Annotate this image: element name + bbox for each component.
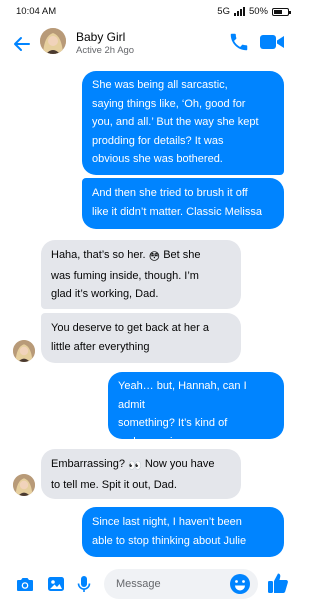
message-line: And then she tried to brush it off bbox=[92, 187, 248, 199]
message-bubble-incoming[interactable]: Haha, that’s so her. 😳 Bet she was fumin… bbox=[41, 240, 241, 309]
message-bubble-outgoing[interactable]: She was being all sarcastic, saying thin… bbox=[82, 71, 284, 175]
gallery-icon[interactable] bbox=[46, 574, 66, 594]
message-line: Since last night, I haven’t been bbox=[92, 516, 242, 528]
video-camera-icon[interactable] bbox=[259, 32, 285, 52]
thumbs-up-icon[interactable] bbox=[267, 571, 289, 595]
camera-icon[interactable] bbox=[15, 574, 35, 594]
message-line: You deserve to get back at her a bbox=[51, 322, 209, 334]
status-time: 10:04 AM bbox=[16, 6, 57, 17]
message-line: was fuming inside, though. I’m bbox=[51, 269, 199, 282]
message-line: little after everything bbox=[51, 340, 150, 353]
contact-status: Active 2h Ago bbox=[76, 45, 135, 56]
message-line: prodding for details? It was bbox=[92, 134, 224, 147]
message-bubble-outgoing[interactable]: And then she tried to brush it off like … bbox=[82, 178, 284, 229]
status-bar: 10:04 AM 5G 50% bbox=[0, 0, 299, 24]
message-bubble-outgoing[interactable]: Yeah… but, Hannah, can I admit something… bbox=[108, 372, 284, 448]
message-line: Haha, that’s so her. 😳 Bet she bbox=[51, 246, 231, 267]
battery-label: 50% bbox=[248, 6, 268, 17]
smiley-icon[interactable] bbox=[229, 573, 251, 595]
message-line: something? It’s kind of bbox=[118, 417, 228, 429]
message-line: obvious she was bothered. bbox=[92, 153, 223, 165]
network-label: 5G bbox=[217, 6, 230, 17]
contact-name[interactable]: Baby Girl bbox=[76, 30, 125, 44]
message-line: you, and all.’ But the way she kept bbox=[92, 116, 259, 128]
flushed-face-emoji: 😳 bbox=[148, 251, 161, 263]
eyes-emoji: 👀 bbox=[128, 460, 142, 472]
phone-icon[interactable] bbox=[228, 31, 250, 53]
status-indicators: 5G 50% bbox=[217, 6, 291, 17]
signal-icon bbox=[233, 7, 245, 16]
message-line: Embarrassing? 👀 Now you have bbox=[51, 455, 231, 476]
message-text: Embarrassing? bbox=[51, 458, 125, 470]
message-bubble-outgoing[interactable]: Since last night, I haven’t been able to… bbox=[82, 507, 284, 557]
contact-avatar-small[interactable] bbox=[13, 340, 35, 362]
message-text: Haha, that’s so her. bbox=[51, 249, 146, 261]
chat-header: Baby Girl Active 2h Ago bbox=[0, 24, 299, 64]
microphone-icon[interactable] bbox=[74, 574, 94, 594]
message-bubble-incoming[interactable]: You deserve to get back at her a little … bbox=[41, 313, 241, 363]
message-line: to tell me. Spit it out, Dad. bbox=[51, 478, 177, 491]
message-line: saying things like, ‘Oh, good for bbox=[92, 97, 246, 110]
message-line: She was being all sarcastic, bbox=[92, 79, 228, 91]
message-text: Now you have bbox=[144, 458, 215, 470]
message-text: Bet she bbox=[163, 249, 201, 261]
contact-avatar-small[interactable] bbox=[13, 474, 35, 496]
contact-avatar[interactable] bbox=[40, 28, 66, 54]
message-line: Yeah… but, Hannah, can I admit bbox=[118, 380, 247, 411]
message-line: able to stop thinking about Julie bbox=[92, 534, 247, 547]
back-arrow-icon[interactable] bbox=[10, 32, 34, 56]
message-line: glad it’s working, Dad. bbox=[51, 288, 159, 300]
message-composer bbox=[0, 565, 299, 605]
message-bubble-incoming[interactable]: Embarrassing? 👀 Now you have to tell me.… bbox=[41, 449, 241, 499]
message-line: like it didn’t matter. Classic Melissa bbox=[92, 205, 262, 218]
battery-icon bbox=[272, 7, 291, 16]
